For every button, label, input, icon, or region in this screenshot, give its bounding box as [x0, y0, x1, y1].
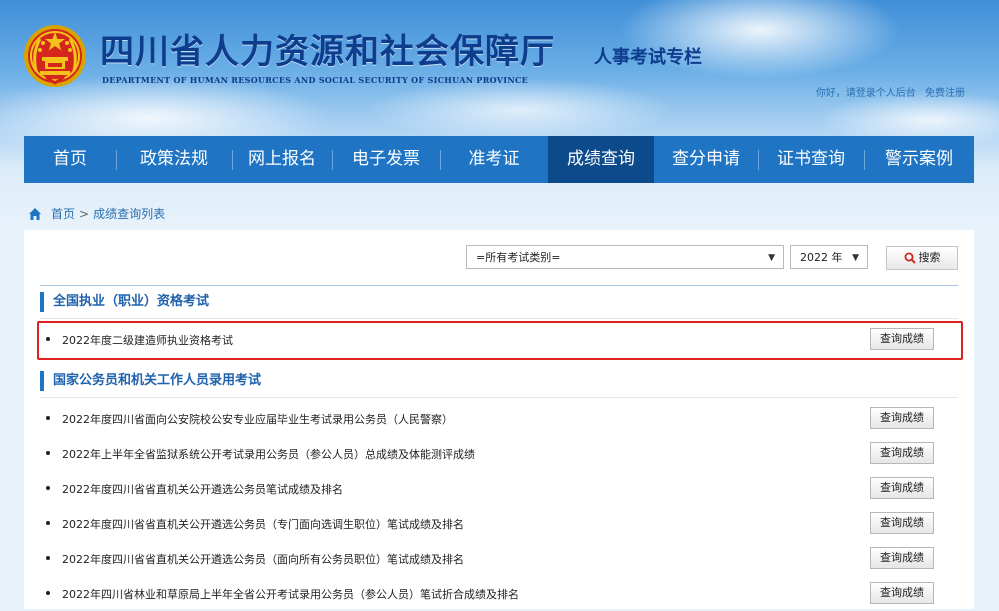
query-score-button[interactable]: 查询成绩	[870, 512, 934, 534]
site-title: 四川省人力资源和社会保障厅	[100, 32, 555, 72]
nav-warning-cases[interactable]: 警示案例	[864, 136, 974, 183]
query-score-button[interactable]: 查询成绩	[870, 547, 934, 569]
column-title: 人事考试专栏	[594, 47, 702, 68]
divider	[40, 318, 958, 319]
year-value: 2022 年	[800, 251, 843, 264]
bullet-icon	[46, 556, 50, 560]
query-score-button[interactable]: 查询成绩	[870, 328, 934, 350]
national-emblem-icon	[24, 25, 86, 87]
content-panel: =所有考试类别= ▼ 2022 年 ▼ 搜索 全国执业（职业）资格考试 2022…	[24, 230, 974, 609]
nav-home[interactable]: 首页	[24, 136, 116, 183]
exam-title: 2022年度四川省省直机关公开遴选公务员（面向所有公务员职位）笔试成绩及排名	[62, 553, 464, 566]
bullet-icon	[46, 416, 50, 420]
nav-score-review[interactable]: 查分申请	[654, 136, 758, 183]
exam-title: 2022年度二级建造师执业资格考试	[62, 334, 233, 347]
bullet-icon	[46, 591, 50, 595]
list-item: 2022年度四川省省直机关公开遴选公务员笔试成绩及排名 查询成绩	[40, 472, 958, 506]
section-title-national-qualification: 全国执业（职业）资格考试	[40, 292, 209, 312]
exam-title: 2022年度四川省省直机关公开遴选公务员（专门面向选调生职位）笔试成绩及排名	[62, 518, 464, 531]
list-item: 2022年上半年全省监狱系统公开考试录用公务员（参公人员）总成绩及体能测评成绩 …	[40, 437, 958, 471]
filter-bar: =所有考试类别= ▼ 2022 年 ▼ 搜索	[24, 230, 974, 285]
nav-certificate-query[interactable]: 证书查询	[758, 136, 864, 183]
breadcrumb-current: 成绩查询列表	[93, 207, 166, 221]
login-link[interactable]: 你好，请登录个人后台	[816, 88, 916, 99]
bullet-icon	[46, 486, 50, 490]
exam-title: 2022年度四川省省直机关公开遴选公务员笔试成绩及排名	[62, 483, 343, 496]
main-nav: 首页 政策法规 网上报名 电子发票 准考证 成绩查询 查分申请 证书查询 警示案…	[24, 136, 974, 183]
nav-online-registration[interactable]: 网上报名	[232, 136, 332, 183]
query-score-button[interactable]: 查询成绩	[870, 442, 934, 464]
list-item: 2022年四川省林业和草原局上半年全省公开考试录用公务员（参公人员）笔试折合成绩…	[40, 577, 958, 611]
bullet-icon	[46, 521, 50, 525]
list-item: 2022年度四川省省直机关公开遴选公务员（专门面向选调生职位）笔试成绩及排名 查…	[40, 507, 958, 541]
search-icon	[904, 252, 916, 264]
query-score-button[interactable]: 查询成绩	[870, 407, 934, 429]
breadcrumb-home[interactable]: 首页	[51, 205, 75, 222]
search-button[interactable]: 搜索	[886, 246, 958, 270]
exam-title: 2022年上半年全省监狱系统公开考试录用公务员（参公人员）总成绩及体能测评成绩	[62, 448, 475, 461]
chevron-down-icon: ▼	[852, 253, 859, 263]
nav-e-invoice[interactable]: 电子发票	[332, 136, 440, 183]
bullet-icon	[46, 337, 50, 341]
year-select[interactable]: 2022 年 ▼	[790, 245, 868, 269]
list-item: 2022年度四川省面向公安院校公安专业应届毕业生考试录用公务员（人民警察） 查询…	[40, 402, 958, 436]
nav-admission-ticket[interactable]: 准考证	[440, 136, 548, 183]
section-title-civil-servant: 国家公务员和机关工作人员录用考试	[40, 371, 261, 391]
search-label: 搜索	[918, 251, 941, 264]
nav-policies[interactable]: 政策法规	[116, 136, 232, 183]
home-icon[interactable]	[28, 207, 42, 221]
divider	[40, 397, 958, 398]
query-score-button[interactable]: 查询成绩	[870, 477, 934, 499]
breadcrumb: 首页 > 成绩查询列表	[28, 205, 165, 222]
chevron-down-icon: ▼	[768, 253, 775, 263]
user-links: 你好，请登录个人后台 免费注册	[816, 84, 965, 99]
list-item: 2022年度二级建造师执业资格考试 查询成绩	[40, 323, 958, 357]
register-link[interactable]: 免费注册	[925, 88, 965, 99]
exam-title: 2022年度四川省面向公安院校公安专业应届毕业生考试录用公务员（人民警察）	[62, 413, 453, 426]
bullet-icon	[46, 451, 50, 455]
exam-title: 2022年四川省林业和草原局上半年全省公开考试录用公务员（参公人员）笔试折合成绩…	[62, 588, 519, 601]
site-header: 四川省人力资源和社会保障厅 DEPARTMENT OF HUMAN RESOUR…	[0, 0, 999, 132]
list-item: 2022年度四川省省直机关公开遴选公务员（面向所有公务员职位）笔试成绩及排名 查…	[40, 542, 958, 576]
breadcrumb-separator: >	[79, 206, 90, 221]
exam-category-select[interactable]: =所有考试类别= ▼	[466, 245, 784, 269]
site-subtitle: DEPARTMENT OF HUMAN RESOURCES AND SOCIAL…	[102, 75, 529, 85]
nav-score-query[interactable]: 成绩查询	[548, 136, 654, 183]
query-score-button[interactable]: 查询成绩	[870, 582, 934, 604]
divider	[40, 285, 958, 286]
exam-category-value: =所有考试类别=	[476, 251, 561, 264]
